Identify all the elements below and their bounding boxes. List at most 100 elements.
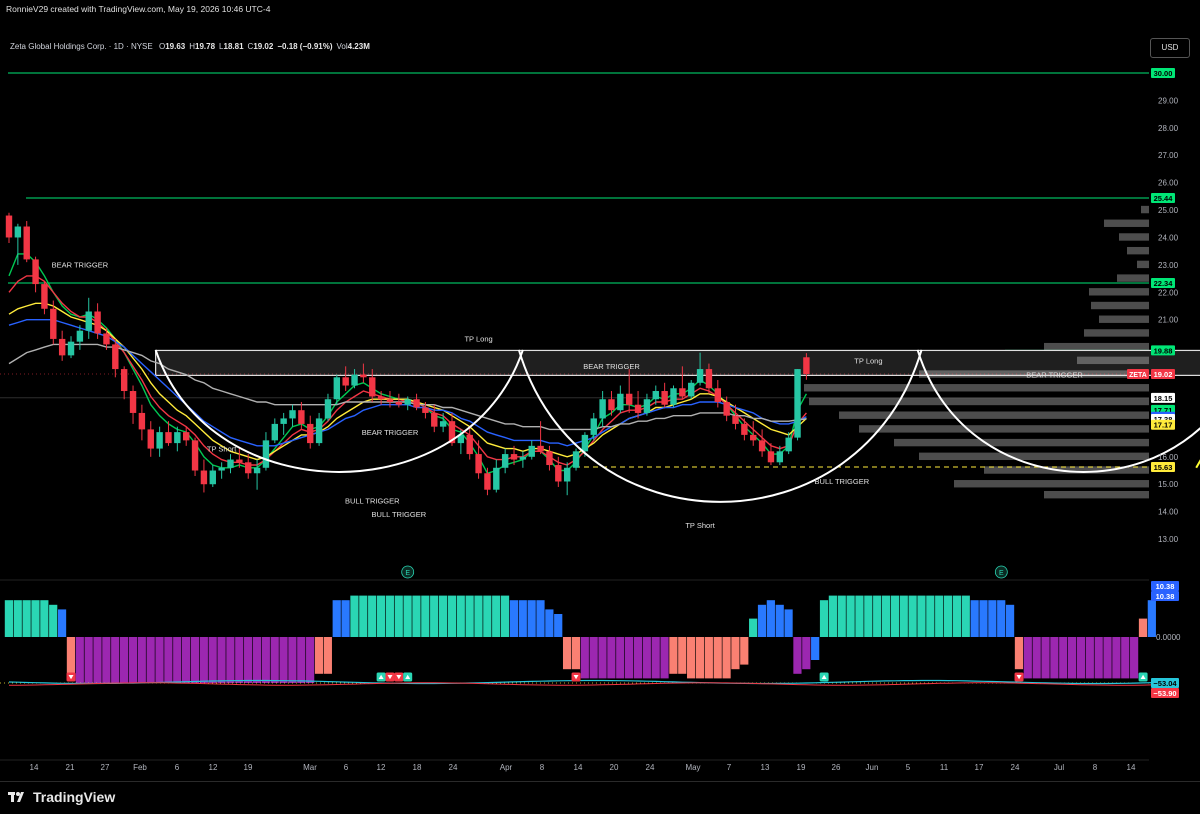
volume-profile-bar xyxy=(1137,260,1149,269)
candle-body xyxy=(679,388,686,397)
oscillator-bar xyxy=(244,637,253,683)
oscillator-signal-marker xyxy=(394,672,404,682)
candle-body xyxy=(5,215,13,238)
date-tick-label: 6 xyxy=(344,763,349,772)
candle-body xyxy=(537,445,544,452)
oscillator-bar xyxy=(1023,637,1032,679)
date-tick-label: 24 xyxy=(646,763,655,772)
oscillator-bar xyxy=(589,637,598,679)
oscillator-bar xyxy=(713,637,722,679)
oscillator-bar xyxy=(465,595,474,637)
candle-body xyxy=(643,399,651,413)
date-tick-label: Jun xyxy=(866,763,879,772)
oscillator-bar xyxy=(846,595,855,637)
date-tick-label: Mar xyxy=(303,763,317,772)
price-tick-label: 23.00 xyxy=(1158,261,1179,270)
price-chart[interactable]: BEAR TRIGGER TP Short BEAR TRIGGER BULL TRI… xyxy=(0,0,1200,781)
oscillator-bar xyxy=(1068,637,1077,679)
volume-profile-bar xyxy=(859,425,1149,433)
candle-body xyxy=(546,451,553,466)
oscillator-bar xyxy=(368,595,377,637)
oscillator-bar xyxy=(182,637,191,683)
price-tick-label: 16.00 xyxy=(1158,453,1179,462)
candle-body xyxy=(342,377,349,386)
oscillator-bar xyxy=(252,637,262,683)
oscillator-bar xyxy=(57,609,67,637)
candle-body xyxy=(510,454,518,460)
date-tick-label: 8 xyxy=(540,763,545,772)
oscillator-bar xyxy=(1005,604,1015,637)
signal-annotation: TP Short xyxy=(685,521,715,530)
oscillator-bar xyxy=(722,637,731,679)
candle-body xyxy=(156,432,163,449)
oscillator-bar xyxy=(1103,637,1112,679)
oscillator-bar xyxy=(102,637,111,683)
oscillator-bar xyxy=(1147,600,1156,637)
signal-annotation: BEAR TRIGGER xyxy=(583,362,640,371)
oscillator-bar xyxy=(31,600,40,637)
candle-body xyxy=(714,388,721,402)
volume-profile-bar xyxy=(954,480,1149,488)
volume-profile-bar xyxy=(1091,301,1149,310)
volume-profile-bar xyxy=(1099,315,1149,323)
oscillator-bar xyxy=(217,637,226,683)
candle-body xyxy=(466,434,473,455)
candle-body xyxy=(360,374,367,378)
oscillator-badge-label: 10.38 xyxy=(1156,592,1175,601)
oscillator-bar xyxy=(651,637,660,679)
candle-body xyxy=(563,467,571,482)
candle-body xyxy=(76,330,84,342)
price-badge-label: 18.15 xyxy=(1154,394,1173,403)
signal-annotation: TP Long xyxy=(854,357,882,366)
price-tick-label: 26.00 xyxy=(1158,179,1179,188)
candle-body xyxy=(50,308,57,339)
date-tick-label: Feb xyxy=(133,763,147,772)
signal-annotation: BEAR TRIGGER xyxy=(1026,370,1083,379)
candle-body xyxy=(174,432,181,444)
oscillator-bar xyxy=(802,637,811,670)
candle-body xyxy=(165,432,172,444)
candle-body xyxy=(555,465,562,482)
price-badge: 17.17 xyxy=(1151,419,1175,430)
candle-body xyxy=(439,421,447,427)
oscillator-bar xyxy=(261,637,270,683)
oscillator-badge: 10.38 xyxy=(1151,591,1179,601)
oscillator-bar xyxy=(155,637,164,683)
candle-body xyxy=(741,423,748,435)
date-tick-label: 19 xyxy=(244,763,253,772)
oscillator-bar xyxy=(518,600,527,637)
oscillator-bar xyxy=(332,600,341,637)
candle-body xyxy=(191,440,199,471)
candle-body xyxy=(519,456,527,460)
price-tick-label: 14.00 xyxy=(1158,508,1179,517)
oscillator-bar xyxy=(1032,637,1041,679)
candle-body xyxy=(67,341,75,356)
oscillator-signal-marker xyxy=(1138,672,1148,682)
candle-body xyxy=(32,259,39,285)
date-tick-label: 17 xyxy=(975,763,984,772)
oscillator-bar xyxy=(890,595,899,637)
oscillator-bar xyxy=(438,595,448,637)
price-badge-label: 19.88 xyxy=(1154,346,1173,355)
tradingview-logo[interactable]: TradingView xyxy=(8,789,115,805)
candle-body xyxy=(386,399,394,402)
oscillator-badge-label: −53.04 xyxy=(1153,679,1177,688)
oscillator-bar xyxy=(855,595,864,637)
candle-body xyxy=(58,338,66,356)
date-tick-label: 26 xyxy=(832,763,841,772)
candle-body xyxy=(218,467,225,471)
earnings-marker-label: E xyxy=(999,570,1004,577)
candle-body xyxy=(41,284,48,309)
oscillator-bar xyxy=(740,637,749,665)
date-tick-label: 5 xyxy=(906,763,911,772)
oscillator-bar xyxy=(536,600,545,637)
volume-profile-bar xyxy=(1141,205,1149,214)
oscillator-bar xyxy=(270,637,279,683)
candle-body xyxy=(103,333,110,345)
oscillator-signal-marker xyxy=(819,672,829,682)
candle-body xyxy=(688,382,695,397)
candle-body xyxy=(404,399,411,405)
date-tick-label: 27 xyxy=(101,763,110,772)
oscillator-bar xyxy=(660,637,669,679)
oscillator-bar xyxy=(403,595,412,637)
